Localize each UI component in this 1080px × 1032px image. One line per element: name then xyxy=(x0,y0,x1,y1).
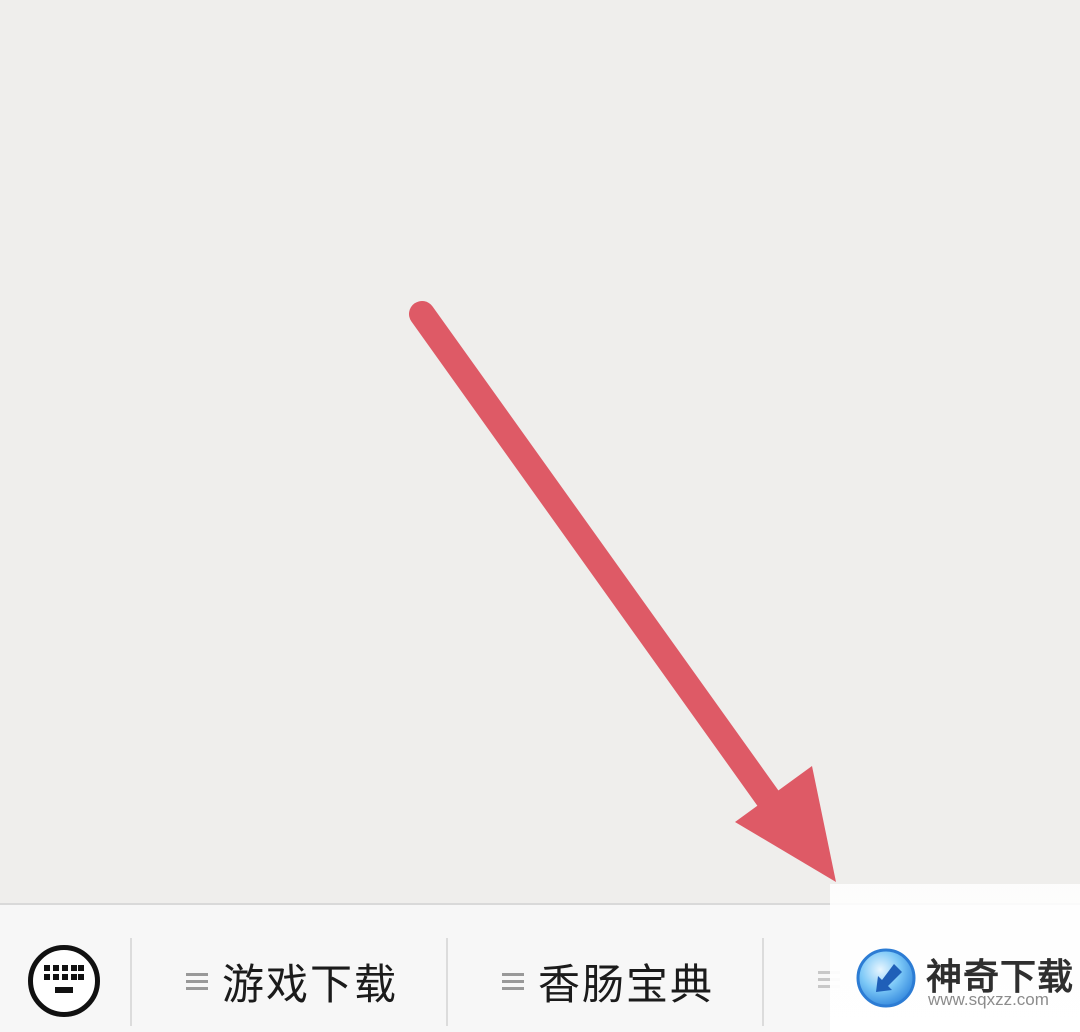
menu-item-label: 香肠宝典 xyxy=(538,959,715,1009)
menu-item-sausage-guide[interactable]: 香肠宝典 xyxy=(502,945,714,1017)
download-logo-icon xyxy=(856,948,916,1008)
chat-screen: 游戏下载 香肠宝典 神奇下载 www.sqxzz.com xyxy=(0,0,1080,1032)
chat-content-area xyxy=(0,0,1080,903)
keyboard-toggle-button[interactable] xyxy=(28,945,100,1017)
arrow-shaft xyxy=(409,301,788,821)
menu-divider xyxy=(762,938,764,1026)
watermark-url: www.sqxzz.com xyxy=(928,990,1049,1009)
annotation-arrow xyxy=(409,301,836,882)
menu-divider xyxy=(130,938,132,1026)
hamburger-icon xyxy=(186,973,208,990)
menu-item-game-download[interactable]: 游戏下载 xyxy=(186,945,398,1017)
watermark: 神奇下载 www.sqxzz.com xyxy=(830,884,1080,1032)
keyboard-icon xyxy=(44,965,84,993)
hamburger-icon xyxy=(502,973,524,990)
menu-divider xyxy=(446,938,448,1026)
menu-item-label: 游戏下载 xyxy=(222,959,399,1009)
